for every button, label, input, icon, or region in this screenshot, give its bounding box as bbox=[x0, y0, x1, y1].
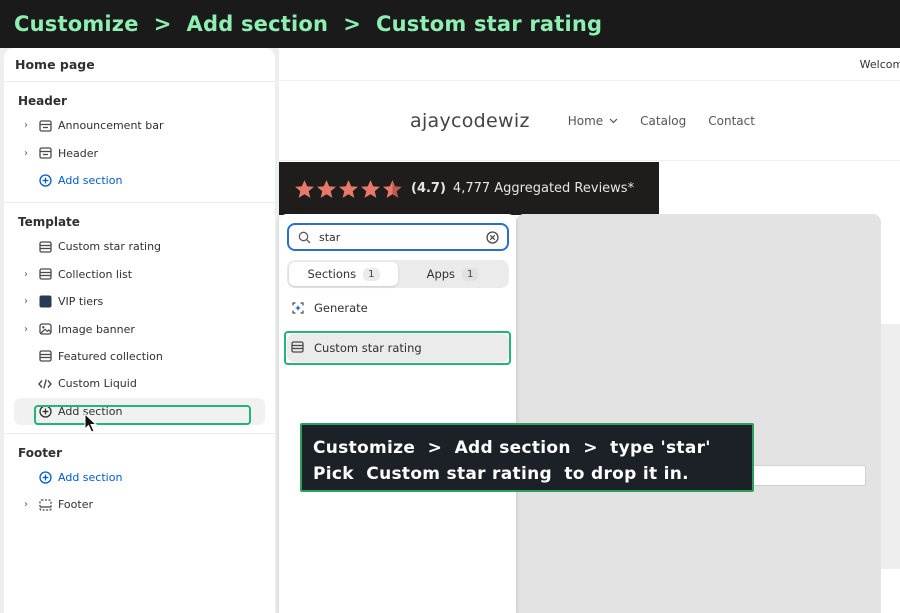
crumb-separator: > bbox=[153, 12, 172, 36]
sparkle-icon bbox=[291, 301, 305, 315]
header-group: Header › Announcement bar › Header Add s… bbox=[4, 82, 275, 204]
footer-group: Footer Add section › Footer bbox=[4, 434, 275, 527]
sidebar-item-announcement-bar[interactable]: › Announcement bar bbox=[4, 112, 275, 139]
add-circle-icon bbox=[38, 471, 52, 485]
sidebar-item-footer[interactable]: › Footer bbox=[4, 491, 275, 518]
section-icon bbox=[38, 240, 52, 254]
announcement-bar: Welcome bbox=[279, 48, 900, 81]
star-icon bbox=[295, 179, 314, 198]
store-header: ajaycodewiz Home Catalog Contact bbox=[279, 81, 900, 161]
instruction-tooltip: Customize > Add section > type 'star' Pi… bbox=[300, 423, 754, 492]
image-icon bbox=[38, 322, 52, 336]
count-badge: 1 bbox=[363, 267, 380, 281]
tab-sections[interactable]: Sections 1 bbox=[289, 262, 398, 286]
sidebar-item-custom-liquid[interactable]: Custom Liquid bbox=[4, 370, 275, 397]
template-group: Template Custom star rating › Collection… bbox=[4, 203, 275, 434]
store-nav: Home Catalog Contact bbox=[568, 114, 755, 128]
sidebar-item-label: VIP tiers bbox=[58, 295, 104, 309]
preview-placeholder-input bbox=[749, 465, 866, 486]
sidebar-item-label: Featured collection bbox=[58, 349, 163, 363]
preview-placeholder-strip bbox=[881, 324, 900, 569]
add-section-label: Add section bbox=[58, 173, 123, 187]
sidebar-page-title: Home page bbox=[4, 48, 275, 82]
rating-review-count: 4,777 Aggregated Reviews* bbox=[452, 181, 635, 196]
section-type-tabs: Sections 1 Apps 1 bbox=[287, 260, 509, 288]
sidebar-item-label: Announcement bar bbox=[58, 119, 164, 133]
template-group-title: Template bbox=[18, 215, 80, 230]
star-icon bbox=[317, 179, 336, 198]
chevron-right-icon[interactable]: › bbox=[20, 148, 32, 159]
rating-score: (4.7) bbox=[411, 181, 446, 196]
chevron-right-icon[interactable]: › bbox=[20, 499, 32, 510]
chevron-right-icon[interactable]: › bbox=[20, 296, 32, 307]
chevron-right-icon[interactable]: › bbox=[20, 324, 32, 335]
add-section-highlight bbox=[34, 405, 251, 425]
generate-button[interactable]: Generate bbox=[287, 294, 509, 322]
tab-apps[interactable]: Apps 1 bbox=[398, 262, 507, 286]
nav-catalog[interactable]: Catalog bbox=[640, 114, 686, 128]
sidebar-item-vip-tiers[interactable]: › VIP tiers bbox=[4, 288, 275, 315]
sidebar-item-label: Footer bbox=[58, 498, 93, 512]
clear-circle-icon[interactable] bbox=[486, 231, 499, 244]
add-section-label: Add section bbox=[58, 471, 123, 485]
chevron-right-icon[interactable]: › bbox=[20, 269, 32, 280]
nav-contact[interactable]: Contact bbox=[708, 114, 755, 128]
tooltip-line-1: Customize > Add section > type 'star' bbox=[313, 438, 711, 458]
crumb-separator: > bbox=[343, 12, 362, 36]
section-search-box[interactable] bbox=[287, 223, 509, 251]
result-highlight bbox=[284, 331, 511, 365]
sidebar-item-label: Header bbox=[58, 146, 99, 160]
add-circle-icon bbox=[38, 173, 52, 187]
section-icon bbox=[38, 349, 52, 363]
count-badge: 1 bbox=[462, 267, 479, 281]
footer-group-title: Footer bbox=[18, 445, 62, 460]
sections-sidebar: Home page Header › Announcement bar › He… bbox=[4, 48, 275, 613]
breadcrumb-banner: Customize > Add section > Custom star ra… bbox=[0, 0, 900, 48]
preview-placeholder-panel bbox=[516, 214, 881, 613]
code-icon bbox=[38, 377, 52, 391]
header-add-section-button[interactable]: Add section bbox=[4, 167, 275, 194]
app-block-icon bbox=[38, 295, 52, 309]
crumb-add-section: Add section bbox=[186, 12, 329, 36]
crumb-customize: Customize bbox=[14, 12, 139, 36]
sidebar-item-label: Custom Liquid bbox=[58, 377, 137, 391]
sidebar-item-image-banner[interactable]: › Image banner bbox=[4, 315, 275, 342]
header-group-title: Header bbox=[18, 94, 67, 108]
sidebar-item-label: Collection list bbox=[58, 267, 133, 281]
sidebar-item-custom-star-rating[interactable]: Custom star rating bbox=[4, 233, 275, 260]
add-section-popover: Sections 1 Apps 1 Generate Custom star r… bbox=[279, 214, 516, 613]
star-icon bbox=[383, 179, 402, 198]
star-icon bbox=[361, 179, 380, 198]
search-input[interactable] bbox=[319, 230, 469, 244]
tooltip-line-2: Pick Custom star rating to drop it in. bbox=[313, 464, 689, 484]
mouse-cursor-icon bbox=[84, 413, 98, 433]
sidebar-item-label: Custom star rating bbox=[58, 240, 162, 254]
section-icon bbox=[38, 267, 52, 281]
search-icon bbox=[298, 231, 311, 243]
star-icon bbox=[339, 179, 358, 198]
section-icon bbox=[38, 146, 52, 160]
footer-add-section-button[interactable]: Add section bbox=[4, 464, 275, 491]
crumb-custom-star-rating: Custom star rating bbox=[376, 12, 603, 36]
footer-icon bbox=[38, 498, 52, 512]
store-logo[interactable]: ajaycodewiz bbox=[410, 110, 530, 132]
sidebar-item-header[interactable]: › Header bbox=[4, 139, 275, 166]
sidebar-item-label: Image banner bbox=[58, 322, 135, 336]
sidebar-item-collection-list[interactable]: › Collection list bbox=[4, 261, 275, 288]
rating-stars bbox=[294, 179, 403, 199]
sidebar-item-featured-collection[interactable]: Featured collection bbox=[4, 343, 275, 370]
announcement-text: Welcome bbox=[859, 57, 900, 71]
nav-home[interactable]: Home bbox=[568, 114, 618, 128]
chevron-right-icon[interactable]: › bbox=[20, 120, 32, 131]
section-icon bbox=[38, 119, 52, 133]
chevron-down-icon bbox=[609, 118, 618, 123]
star-rating-banner: (4.7) 4,777 Aggregated Reviews* bbox=[279, 162, 659, 215]
